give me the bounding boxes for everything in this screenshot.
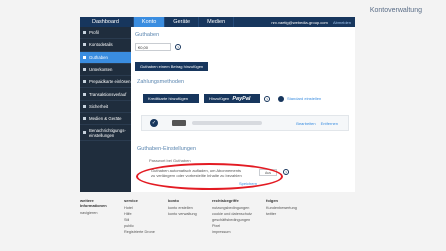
zahlungsmethoden-section: Kreditkarte hinzufügen Hinzufügen PayPal… [137,89,353,146]
tab-konto[interactable]: Konto [133,17,166,27]
password-option: Passwort bei Guthaben [149,158,191,163]
credit-card-icon [172,120,186,126]
add-paypal-button[interactable]: Hinzufügen PayPal [204,94,260,103]
footer-link[interactable]: Kundenbewertung [266,206,307,210]
sidebar-item-benachrichtigungen[interactable]: Benachrichtigungs-einstellungen [80,125,131,142]
check-icon: ✓ [150,119,158,127]
page-title: Kontoverwaltung [369,7,422,14]
bell-icon [83,131,86,135]
tab-dashboard[interactable]: Dashboard [80,17,134,27]
sidebar-item-transaktionsverlauf[interactable]: Transaktionsverlauf [80,88,131,101]
help-icon[interactable]: ? [264,95,270,102]
sidebar-item-medien-geraete[interactable]: Medien & Geräte [80,113,131,126]
devices-icon [83,117,86,121]
footer: weitere Informationen navigieren service… [80,198,355,236]
logout-link[interactable]: Abmelden [333,20,351,25]
footer-column-konto: konto konto erstellen konto verwaltung [168,198,212,236]
footer-link[interactable]: Pixel [212,224,263,228]
footer-link[interactable]: Stil [124,218,165,222]
history-icon [83,92,86,96]
sidebar-item-kontodetails[interactable]: Kontodetails [80,39,131,52]
wallet-icon [83,55,86,59]
footer-link[interactable]: Registrierte Drone [124,230,165,234]
guthaben-einstellungen-title: Guthaben-Einstellungen [137,146,197,152]
subaccount-icon [83,68,86,72]
footer-link[interactable]: twitter [266,212,307,216]
radio-icon[interactable] [278,95,284,102]
set-standard-link[interactable]: Standard einstellen [287,96,321,101]
footer-column-folgen: folgen Kundenbewertung twitter [266,198,310,236]
details-icon [83,43,86,47]
footer-link[interactable]: navigieren [80,211,121,215]
payment-add-row: Kreditkarte hinzufügen Hinzufügen PayPal… [143,94,321,103]
tab-geraete[interactable]: Geräte [165,17,200,27]
edit-payment-link[interactable]: Bearbeiten [296,121,315,126]
sidebar-item-sicherheit[interactable]: Sicherheit [80,101,131,114]
paypal-logo: PayPal [232,96,251,102]
footer-link[interactable]: public [124,224,165,228]
card-icon [83,80,86,84]
lock-icon [83,104,86,108]
footer-column-rechtsbegriffe: rechtsbegriffe nutzungsbedingungen cooki… [212,198,266,236]
footer-link[interactable]: cookie und datenschutz [212,212,263,216]
footer-link[interactable]: nutzungsbedingungen [212,206,263,210]
user-icon [83,31,86,35]
footer-link[interactable]: impressum [212,230,263,234]
footer-link[interactable]: Hotel [124,206,165,210]
zahlungsmethoden-title: Zahlungsmethoden [137,79,185,85]
help-icon[interactable]: ? [175,44,181,50]
sidebar: Profil Kontodetails Guthaben Unterkonten… [80,27,131,192]
highlight-circle [136,163,283,190]
sidebar-item-prepaidkarte[interactable]: Prepaidkarte einlösen [80,76,131,89]
top-navigation: Dashboard Konto Geräte Medien nrx.vaetig… [80,17,355,27]
footer-column-info: weitere Informationen navigieren [80,198,124,236]
footer-link[interactable]: Hilfe [124,212,165,216]
tab-medien[interactable]: Medien [199,17,235,27]
user-email: nrx.vaetig@webedia-group.com [271,19,328,25]
help-icon[interactable]: ? [283,169,289,175]
saved-payment-row: ✓ Bearbeiten Entfernen [141,115,349,131]
add-credit-button[interactable]: Guthaben einem Betrag hinzufügen [135,62,209,71]
guthaben-section: Guthaben €0,00 ? Guthaben einem Betrag h… [135,28,353,73]
footer-column-service: service Hotel Hilfe Stil public Registri… [124,198,168,236]
guthaben-amount: €0,00 [135,43,171,51]
footer-link[interactable]: konto erstellen [168,206,209,210]
sidebar-item-profil[interactable]: Profil [80,27,131,40]
footer-link[interactable]: geschäftsbedingungen [212,218,263,222]
footer-link[interactable]: konto verwaltung [168,212,209,216]
sidebar-item-unterkonten[interactable]: Unterkonten [80,64,131,77]
remove-payment-link[interactable]: Entfernen [321,121,338,126]
guthaben-title: Guthaben [135,32,160,38]
add-credit-card-button[interactable]: Kreditkarte hinzufügen [143,94,199,103]
user-menu: nrx.vaetig@webedia-group.com Abmelden [271,20,355,25]
masked-card-number [192,121,262,125]
sidebar-item-guthaben[interactable]: Guthaben [80,51,131,64]
